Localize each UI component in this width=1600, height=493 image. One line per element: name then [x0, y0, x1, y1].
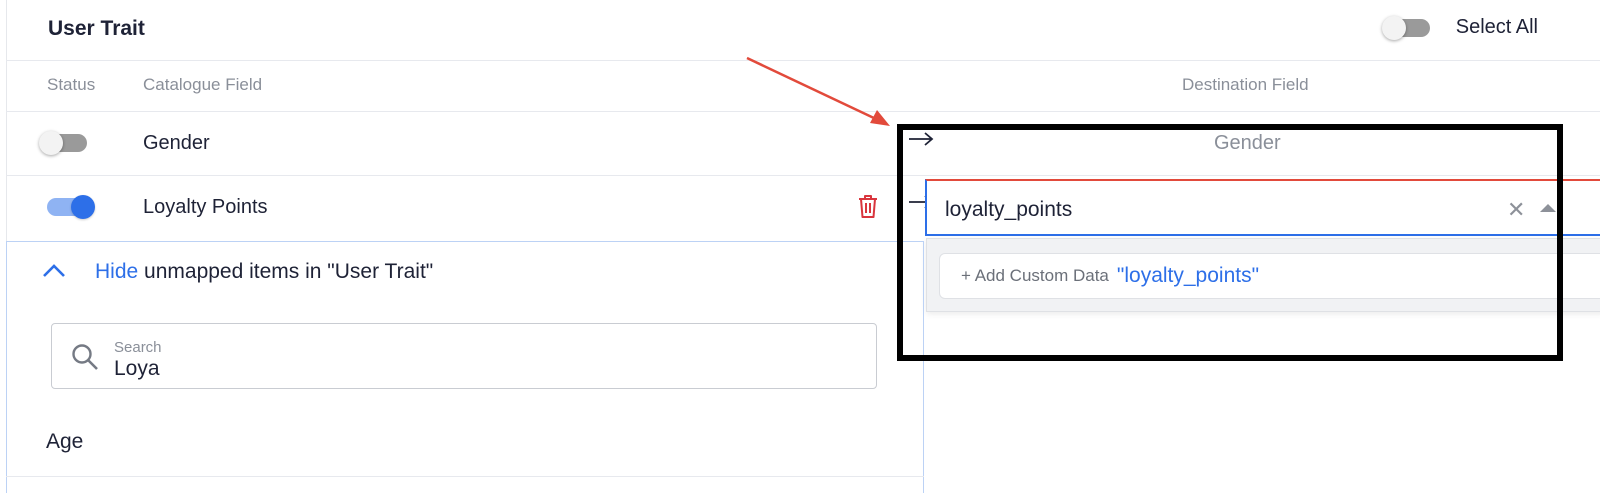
search-label: Search [114, 339, 162, 356]
row-loyalty-points-status-toggle[interactable] [47, 195, 95, 219]
select-all-toggle[interactable] [1381, 15, 1430, 40]
row-loyalty-points-catalogue-field: Loyalty Points [143, 196, 268, 218]
column-header-catalogue-field: Catalogue Field [143, 75, 263, 94]
row-gender-status-toggle[interactable] [39, 131, 87, 155]
divider [6, 111, 1600, 112]
trash-icon[interactable] [856, 193, 880, 219]
add-custom-data-label: + Add Custom Data [961, 266, 1109, 285]
destination-field-input[interactable]: loyalty_points [925, 179, 1600, 236]
select-all-label: Select All [1455, 16, 1538, 38]
select-all-control[interactable]: Select All [1381, 15, 1538, 40]
destination-field-value: loyalty_points [945, 198, 1073, 221]
close-icon[interactable]: ✕ [1507, 199, 1525, 221]
row-gender-catalogue-field: Gender [143, 132, 210, 154]
chevron-up-icon[interactable] [42, 262, 66, 278]
search-value[interactable]: Loya [114, 357, 160, 381]
column-header-destination-field: Destination Field [1182, 75, 1309, 94]
destination-dropdown: + Add Custom Data "loyalty_points" [926, 238, 1600, 312]
field-mapping-panel: User Trait Select All Status Catalogue F… [0, 0, 1600, 493]
arrow-right-icon [909, 132, 934, 146]
hide-unmapped-toggle[interactable]: Hide unmapped items in "User Trait" [95, 260, 433, 284]
add-custom-data-value: "loyalty_points" [1116, 264, 1260, 287]
hide-unmapped-text: unmapped items in "User Trait" [138, 260, 434, 283]
divider [6, 60, 1600, 61]
divider [6, 476, 924, 477]
search-input[interactable]: Search Loya [51, 323, 877, 389]
add-custom-data-option[interactable]: + Add Custom Data "loyalty_points" [939, 253, 1600, 299]
toggle-knob [71, 195, 95, 219]
divider [6, 175, 1600, 176]
search-icon [72, 344, 98, 370]
unmapped-item-age[interactable]: Age [46, 430, 83, 454]
toggle-knob [39, 131, 63, 155]
caret-up-icon[interactable] [1540, 204, 1556, 212]
column-header-status: Status [47, 75, 96, 94]
toggle-knob [1381, 15, 1406, 40]
hide-link[interactable]: Hide [95, 260, 138, 283]
section-title: User Trait [48, 17, 145, 40]
row-gender-destination-field: Gender [1214, 132, 1281, 154]
